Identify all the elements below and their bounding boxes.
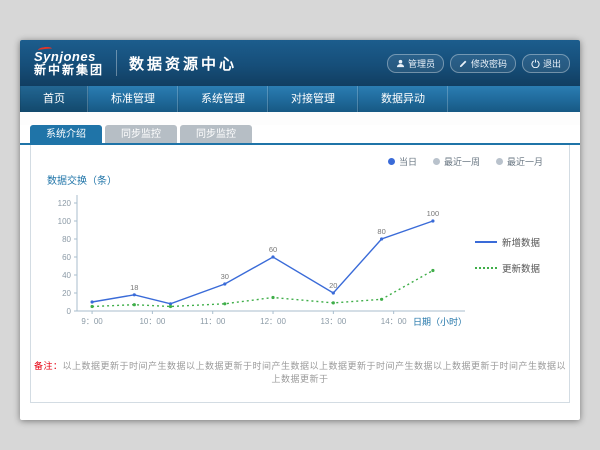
svg-text:80: 80 <box>377 227 385 236</box>
app-title: 数据资源中心 <box>129 53 237 74</box>
radio-dot-icon <box>496 158 503 165</box>
tab-sync-monitor-2[interactable]: 同步监控 <box>180 125 252 143</box>
change-password-button[interactable]: 修改密码 <box>450 54 516 73</box>
svg-text:60: 60 <box>269 245 277 254</box>
footnote-prefix: 备注： <box>34 361 63 371</box>
logout-label: 退出 <box>543 57 561 70</box>
logout-icon <box>531 59 540 68</box>
tab-system-intro[interactable]: 系统介绍 <box>30 125 102 143</box>
company-logo: Synjones 新中新集团 <box>30 50 104 76</box>
nav-item-home[interactable]: 首页 <box>20 86 88 112</box>
nav-item-standard-mgmt[interactable]: 标准管理 <box>88 86 178 112</box>
svg-text:80: 80 <box>62 235 71 244</box>
radio-dot-icon <box>433 158 440 165</box>
tab-gap <box>20 112 580 125</box>
svg-text:30: 30 <box>221 272 229 281</box>
range-option-label: 最近一月 <box>507 155 543 168</box>
time-range-legend: 当日 最近一周 最近一月 <box>31 145 569 168</box>
svg-text:18: 18 <box>130 283 138 292</box>
nav-item-interface-mgmt[interactable]: 对接管理 <box>268 86 358 112</box>
series-label: 更新数据 <box>502 261 540 275</box>
legend-item-updated-data[interactable]: 更新数据 <box>475 261 540 275</box>
svg-text:60: 60 <box>62 253 71 262</box>
svg-text:日期（小时）: 日期（小时） <box>413 316 467 327</box>
range-option-today[interactable]: 当日 <box>388 155 417 168</box>
line-chart: 0 20 40 60 80 100 120 9：00 10：00 11：00 12：00 13：00 1… <box>41 187 471 337</box>
svg-text:9：00: 9：00 <box>81 317 103 326</box>
footnote: 备注：以上数据更新于时间产生数据以上数据更新于时间产生数据以上数据更新于时间产生… <box>31 359 569 385</box>
logout-button[interactable]: 退出 <box>522 54 570 73</box>
chart-y-axis-title: 数据交换（条） <box>47 172 569 187</box>
svg-text:13：00: 13：00 <box>320 317 346 326</box>
svg-text:0: 0 <box>67 307 72 316</box>
svg-text:12：00: 12：00 <box>260 317 286 326</box>
svg-text:20: 20 <box>329 281 337 290</box>
user-actions: 管理员 修改密码 退出 <box>387 54 570 73</box>
svg-text:120: 120 <box>58 199 72 208</box>
top-header: Synjones 新中新集团 数据资源中心 管理员 修改密码 <box>20 40 580 86</box>
series-legend: 新增数据 更新数据 <box>475 235 540 275</box>
tab-sync-monitor-1[interactable]: 同步监控 <box>105 125 177 143</box>
svg-text:14：00: 14：00 <box>381 317 407 326</box>
user-icon <box>396 59 405 68</box>
svg-text:100: 100 <box>58 217 72 226</box>
app-window: Synjones 新中新集团 数据资源中心 管理员 修改密码 <box>20 40 580 420</box>
admin-user-button[interactable]: 管理员 <box>387 54 444 73</box>
tab-bar: 系统介绍 同步监控 同步监控 <box>20 125 580 145</box>
radio-dot-icon <box>388 158 395 165</box>
footnote-text: 以上数据更新于时间产生数据以上数据更新于时间产生数据以上数据更新于时间产生数据以… <box>63 361 567 384</box>
edit-icon <box>459 59 468 68</box>
svg-text:10：00: 10：00 <box>139 317 165 326</box>
series-label: 新增数据 <box>502 235 540 249</box>
svg-text:11：00: 11：00 <box>200 317 226 326</box>
svg-text:40: 40 <box>62 271 71 280</box>
desktop-background: Synjones 新中新集团 数据资源中心 管理员 修改密码 <box>0 0 600 450</box>
change-password-label: 修改密码 <box>471 57 507 70</box>
range-option-label: 当日 <box>399 155 417 168</box>
admin-user-label: 管理员 <box>408 57 435 70</box>
main-nav: 首页 标准管理 系统管理 对接管理 数据异动 <box>20 86 580 112</box>
nav-item-system-mgmt[interactable]: 系统管理 <box>178 86 268 112</box>
line-sample-icon <box>475 267 497 269</box>
header-divider <box>116 50 117 76</box>
range-option-last-month[interactable]: 最近一月 <box>496 155 543 168</box>
logo-company-text: 新中新集团 <box>34 64 104 77</box>
legend-item-new-data[interactable]: 新增数据 <box>475 235 540 249</box>
svg-text:100: 100 <box>427 209 440 218</box>
svg-text:20: 20 <box>62 289 71 298</box>
range-option-last-week[interactable]: 最近一周 <box>433 155 480 168</box>
range-option-label: 最近一周 <box>444 155 480 168</box>
chart-area: 0 20 40 60 80 100 120 9：00 10：00 11：00 12：00 13：00 1… <box>31 187 569 337</box>
line-sample-icon <box>475 241 497 243</box>
content-panel: 当日 最近一周 最近一月 数据交换（条） 0 20 40 60 80 100 120 9：00… <box>30 145 570 403</box>
nav-item-data-change[interactable]: 数据异动 <box>358 86 448 112</box>
